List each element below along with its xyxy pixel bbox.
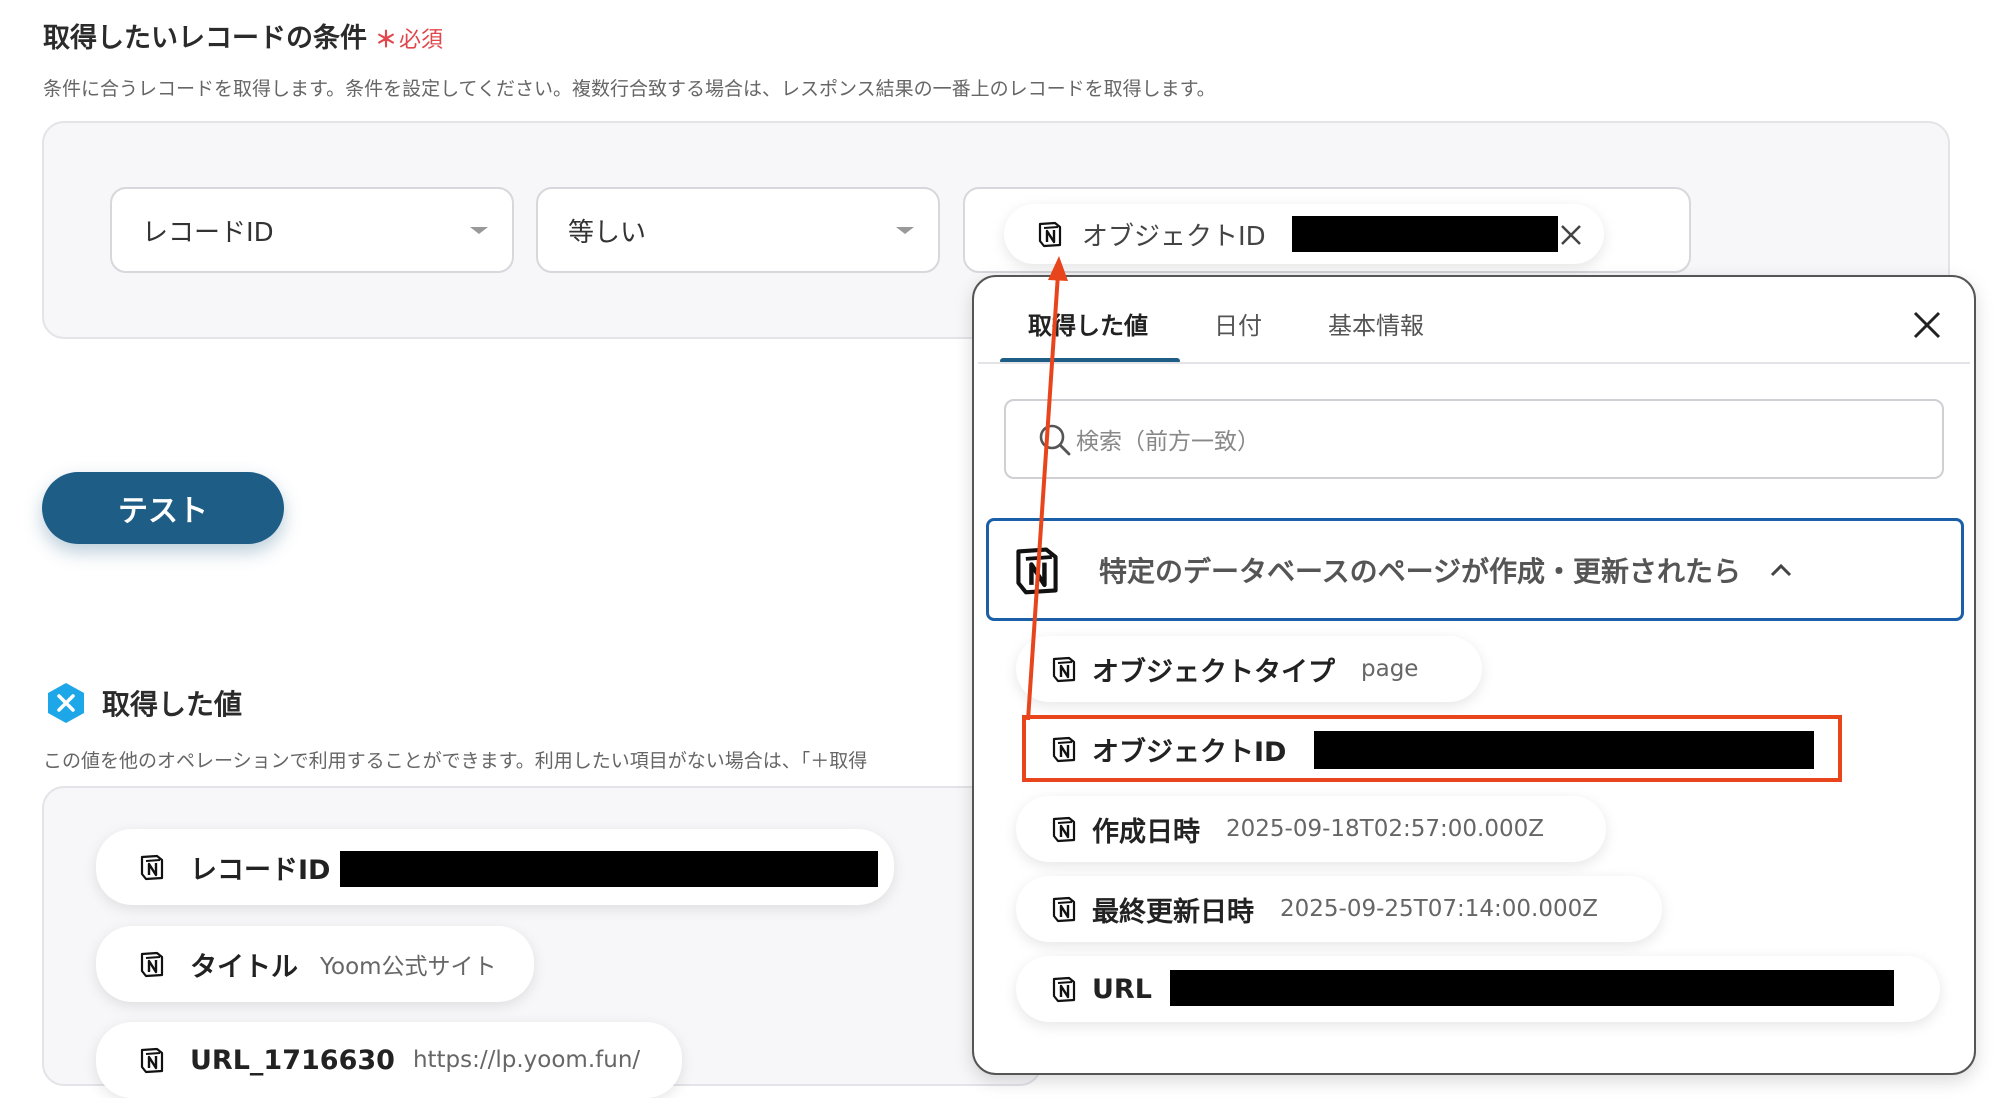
annotation-arrow: [1026, 256, 1068, 721]
